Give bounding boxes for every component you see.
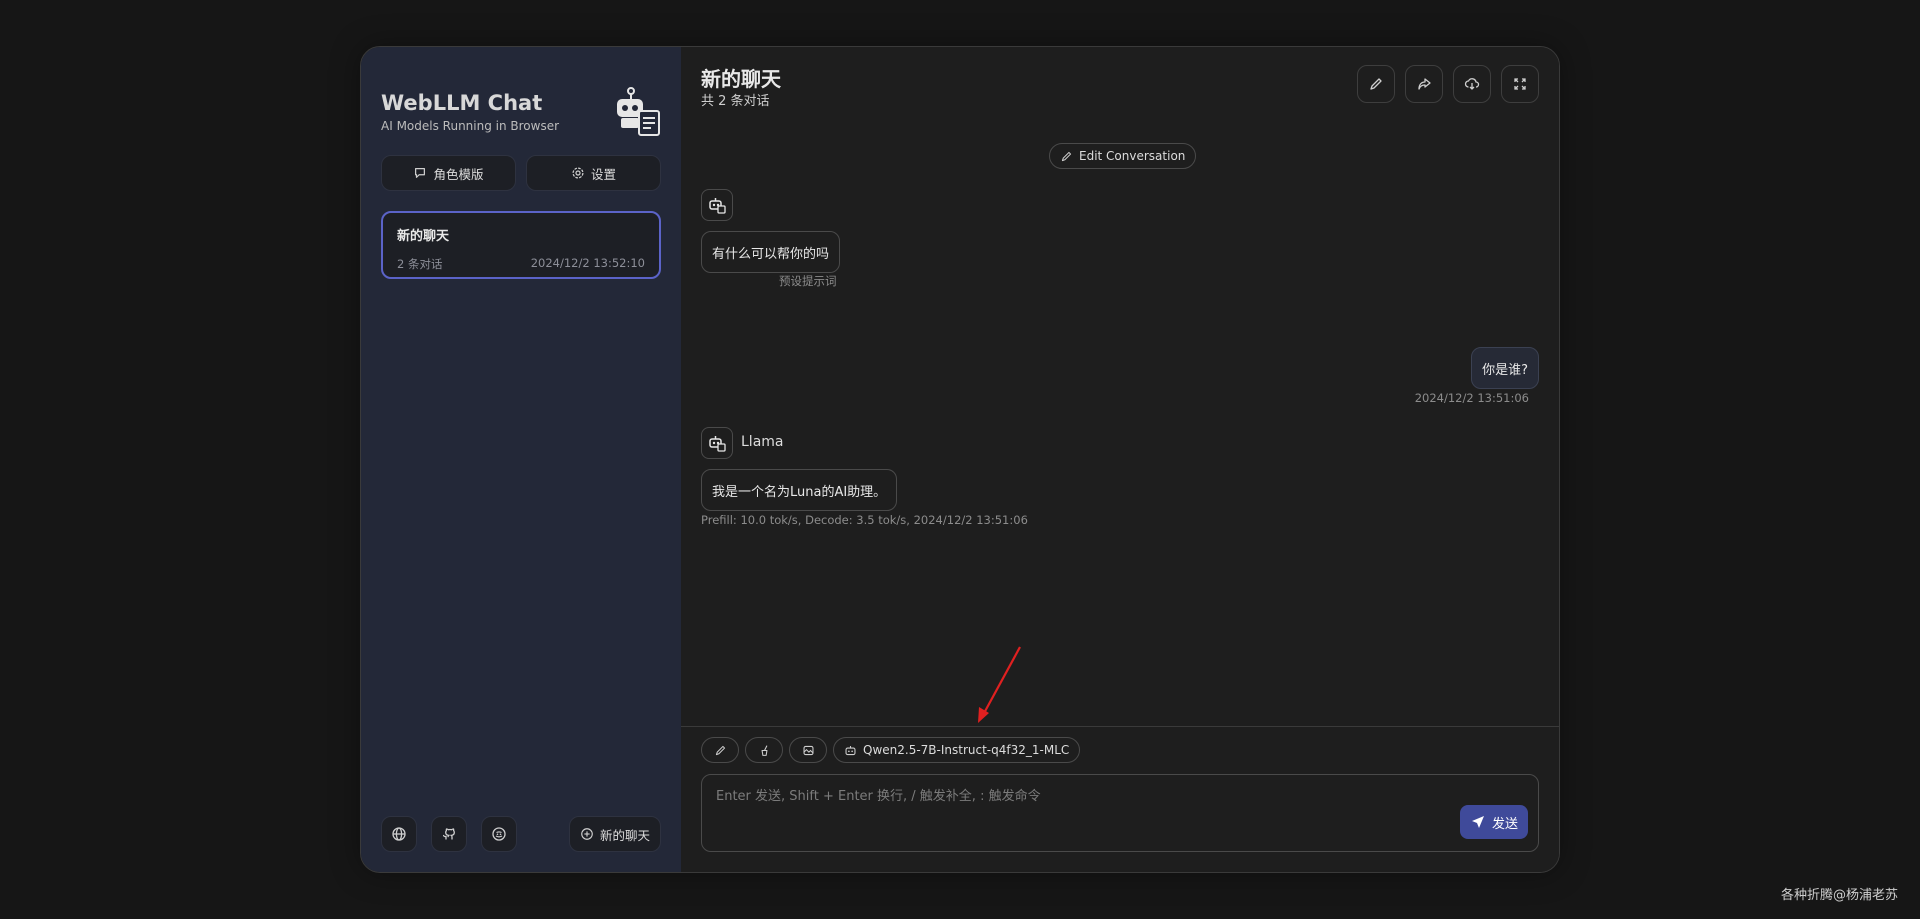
send-icon	[1471, 816, 1484, 828]
message-meta: 2024/12/2 13:51:06	[1414, 391, 1529, 405]
chat-title: 新的聊天	[701, 67, 781, 91]
github-icon	[442, 828, 455, 840]
github-button[interactable]	[431, 816, 467, 852]
share-button[interactable]	[1405, 65, 1443, 103]
chat-subtitle: 共 2 条对话	[701, 94, 770, 109]
image-button[interactable]	[789, 737, 827, 763]
gear-icon	[572, 167, 584, 179]
chat-item-meta: 2 条对话 2024/12/2 13:52:10	[397, 256, 645, 272]
bot-avatar	[701, 427, 733, 459]
robot-icon	[709, 198, 726, 214]
sidebar-footer: 新的聊天	[381, 816, 661, 852]
edit-conversation-button[interactable]: Edit Conversation	[1049, 143, 1197, 169]
composer-toolbar: Qwen2.5-7B-Instruct-q4f32_1-MLC	[701, 737, 1081, 763]
new-chat-button[interactable]: 新的聊天	[568, 816, 661, 852]
message-meta: Prefill: 10.0 tok/s, Decode: 3.5 tok/s, …	[701, 513, 1028, 527]
robot-logo-icon	[617, 87, 660, 136]
red-arrow-annotation	[978, 646, 1021, 723]
chat-main: 新的聊天 共 2 条对话 Edit Conversation 有什么可以帮你的吗	[681, 47, 1559, 872]
discord-icon	[492, 827, 506, 841]
message-input[interactable]	[702, 775, 1538, 851]
app-subtitle: AI Models Running in Browser	[381, 119, 560, 133]
clear-context-button[interactable]	[745, 737, 783, 763]
app-title: WebLLM Chat	[381, 91, 543, 115]
model-selector[interactable]: Qwen2.5-7B-Instruct-q4f32_1-MLC	[833, 737, 1081, 763]
composer-divider	[681, 726, 1559, 727]
bot-avatar	[701, 189, 733, 221]
plus-circle-icon	[581, 828, 593, 840]
chat-list-item[interactable]: 新的聊天 2 条对话 2024/12/2 13:52:10	[381, 211, 661, 279]
message-meta: 预设提示词	[779, 274, 837, 288]
cloud-download-icon	[1464, 78, 1480, 90]
robot-icon	[709, 436, 726, 452]
image-icon	[803, 745, 813, 755]
sidebar-actions: 角色模版 设置	[381, 155, 661, 191]
message-sender: Llama	[741, 434, 784, 450]
message-bubble: 有什么可以帮你的吗	[701, 231, 841, 273]
chat-item-count: 2 条对话	[397, 257, 443, 271]
discord-button[interactable]	[481, 816, 517, 852]
message-composer: 发送	[701, 774, 1539, 852]
user-message-bubble: 你是谁?	[1471, 347, 1539, 389]
sidebar: WebLLM Chat AI Models Running in Browser…	[361, 47, 681, 872]
message-bubble: 我是一个名为Luna的AI助理。	[701, 469, 898, 511]
share-icon	[1418, 78, 1431, 90]
app-window: WebLLM Chat AI Models Running in Browser…	[360, 46, 1560, 873]
expand-icon	[1514, 78, 1526, 90]
prompt-button[interactable]	[701, 737, 739, 763]
watermark: 各种折腾@杨浦老苏	[1780, 888, 1898, 903]
fullscreen-button[interactable]	[1501, 65, 1539, 103]
model-name: Qwen2.5-7B-Instruct-q4f32_1-MLC	[863, 743, 1070, 757]
rename-button[interactable]	[1357, 65, 1395, 103]
broom-icon	[761, 744, 767, 756]
chat-item-title: 新的聊天	[397, 229, 450, 244]
globe-icon	[392, 827, 406, 841]
new-chat-label: 新的聊天	[599, 827, 650, 843]
pencil-icon	[1370, 78, 1382, 90]
settings-button[interactable]: 设置	[526, 155, 661, 191]
send-button-label: 发送	[1491, 816, 1518, 832]
brand: WebLLM Chat AI Models Running in Browser	[381, 91, 559, 133]
templates-button-label: 角色模版	[433, 166, 484, 182]
templates-button[interactable]: 角色模版	[381, 155, 516, 191]
chat-bubble-icon	[415, 168, 426, 178]
header-actions	[1357, 65, 1539, 103]
robot-icon	[845, 745, 856, 755]
chat-item-time: 2024/12/2 13:52:10	[530, 256, 645, 270]
pencil-icon	[1061, 151, 1072, 161]
download-button[interactable]	[1453, 65, 1491, 103]
settings-button-label: 设置	[590, 166, 616, 182]
send-button[interactable]: 发送	[1459, 805, 1528, 839]
pencil-icon	[715, 745, 725, 755]
edit-conversation-label: Edit Conversation	[1079, 149, 1186, 163]
language-button[interactable]	[381, 816, 417, 852]
